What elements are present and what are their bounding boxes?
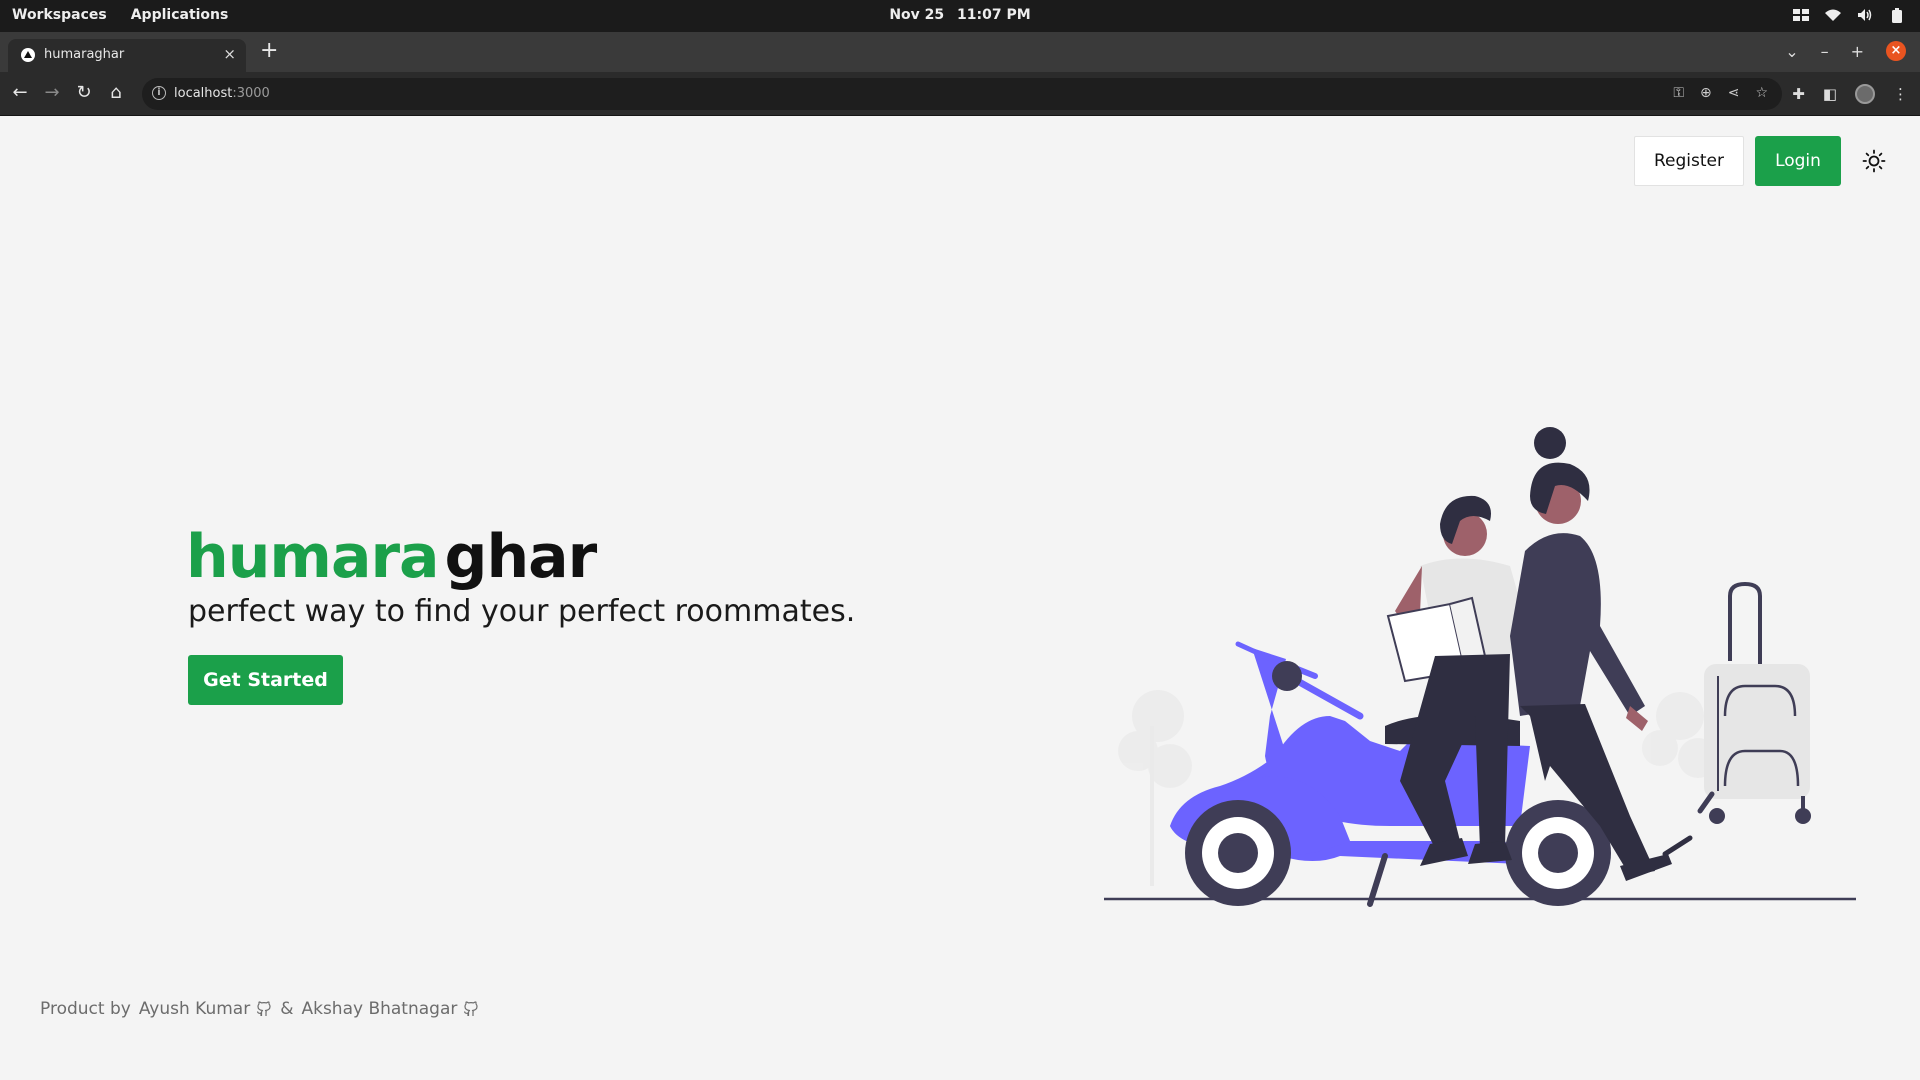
url-text[interactable]: localhost:3000 — [174, 86, 270, 101]
clock-time: 11:07 PM — [957, 7, 1031, 23]
side-panel-icon[interactable]: ◧ — [1823, 85, 1837, 103]
tab-close-icon[interactable]: × — [223, 45, 236, 63]
back-arrow-icon[interactable]: ← — [10, 82, 30, 103]
home-icon[interactable]: ⌂ — [106, 82, 126, 103]
battery-icon[interactable] — [1888, 6, 1906, 24]
clock-date: Nov 25 — [889, 7, 945, 23]
brand-part-green: humara — [186, 522, 440, 592]
sun-icon[interactable] — [1862, 149, 1886, 173]
favicon-icon — [21, 48, 35, 62]
brand-part-dark: ghar — [444, 522, 598, 592]
url-port: :3000 — [232, 86, 270, 101]
author-name: Ayush Kumar — [138, 999, 251, 1019]
browser-tab[interactable]: humaraghar × — [8, 39, 246, 72]
profile-avatar[interactable] — [1855, 84, 1875, 104]
window-switcher-icon[interactable] — [1792, 6, 1810, 24]
page-content: Register Login humara ghar perfect way to… — [0, 116, 1920, 1080]
share-icon[interactable]: ⋖ — [1728, 85, 1740, 101]
footer-separator: & — [280, 999, 294, 1019]
reload-icon[interactable]: ↻ — [74, 82, 94, 103]
address-bar[interactable]: i localhost:3000 ⚿ ⊕ ⋖ ☆ — [142, 78, 1782, 110]
tab-search-chevron-icon[interactable]: ⌄ — [1785, 42, 1798, 61]
extensions-icon[interactable]: ✚ — [1792, 85, 1805, 103]
site-info-icon[interactable]: i — [152, 86, 166, 100]
minimize-window-button[interactable]: – — [1821, 42, 1829, 61]
get-started-button[interactable]: Get Started — [188, 655, 343, 705]
zoom-icon[interactable]: ⊕ — [1700, 85, 1712, 101]
roommates-scooter-illustration — [1104, 427, 1856, 907]
maximize-window-button[interactable]: + — [1851, 42, 1864, 61]
bookmark-star-icon[interactable]: ☆ — [1755, 85, 1768, 101]
brand-title: humara ghar — [186, 522, 598, 592]
url-host: localhost — [174, 86, 233, 101]
register-button[interactable]: Register — [1634, 136, 1744, 186]
close-window-button[interactable]: × — [1886, 41, 1906, 61]
author-name: Akshay Bhatnagar — [301, 999, 458, 1019]
key-icon[interactable]: ⚿ — [1673, 85, 1684, 101]
hero-tagline: perfect way to find your perfect roommat… — [188, 594, 856, 629]
author-link-akshay[interactable]: Akshay Bhatnagar — [301, 999, 479, 1019]
forward-arrow-icon[interactable]: → — [42, 82, 62, 103]
github-icon — [257, 1001, 271, 1016]
footer-product-by: Product by — [40, 999, 131, 1019]
browser-toolbar: ← → ↻ ⌂ i localhost:3000 ⚿ ⊕ ⋖ ☆ ✚ ◧ ⋮ — [0, 72, 1920, 116]
footer-credits: Product by Ayush Kumar & Akshay Bhatnaga… — [40, 999, 479, 1019]
more-menu-icon[interactable]: ⋮ — [1893, 85, 1908, 103]
clock[interactable]: Nov 25 11:07 PM — [0, 7, 1920, 23]
tab-title: humaraghar — [44, 47, 125, 62]
author-link-ayush[interactable]: Ayush Kumar — [139, 999, 272, 1019]
os-top-bar: Workspaces Applications Nov 25 11:07 PM — [0, 0, 1920, 32]
volume-icon[interactable] — [1856, 6, 1874, 24]
github-icon — [464, 1001, 478, 1016]
login-button[interactable]: Login — [1755, 136, 1841, 186]
new-tab-button[interactable]: + — [260, 40, 278, 62]
wifi-icon[interactable] — [1824, 6, 1842, 24]
browser-tab-strip: humaraghar × + ⌄ – + × — [0, 32, 1920, 72]
